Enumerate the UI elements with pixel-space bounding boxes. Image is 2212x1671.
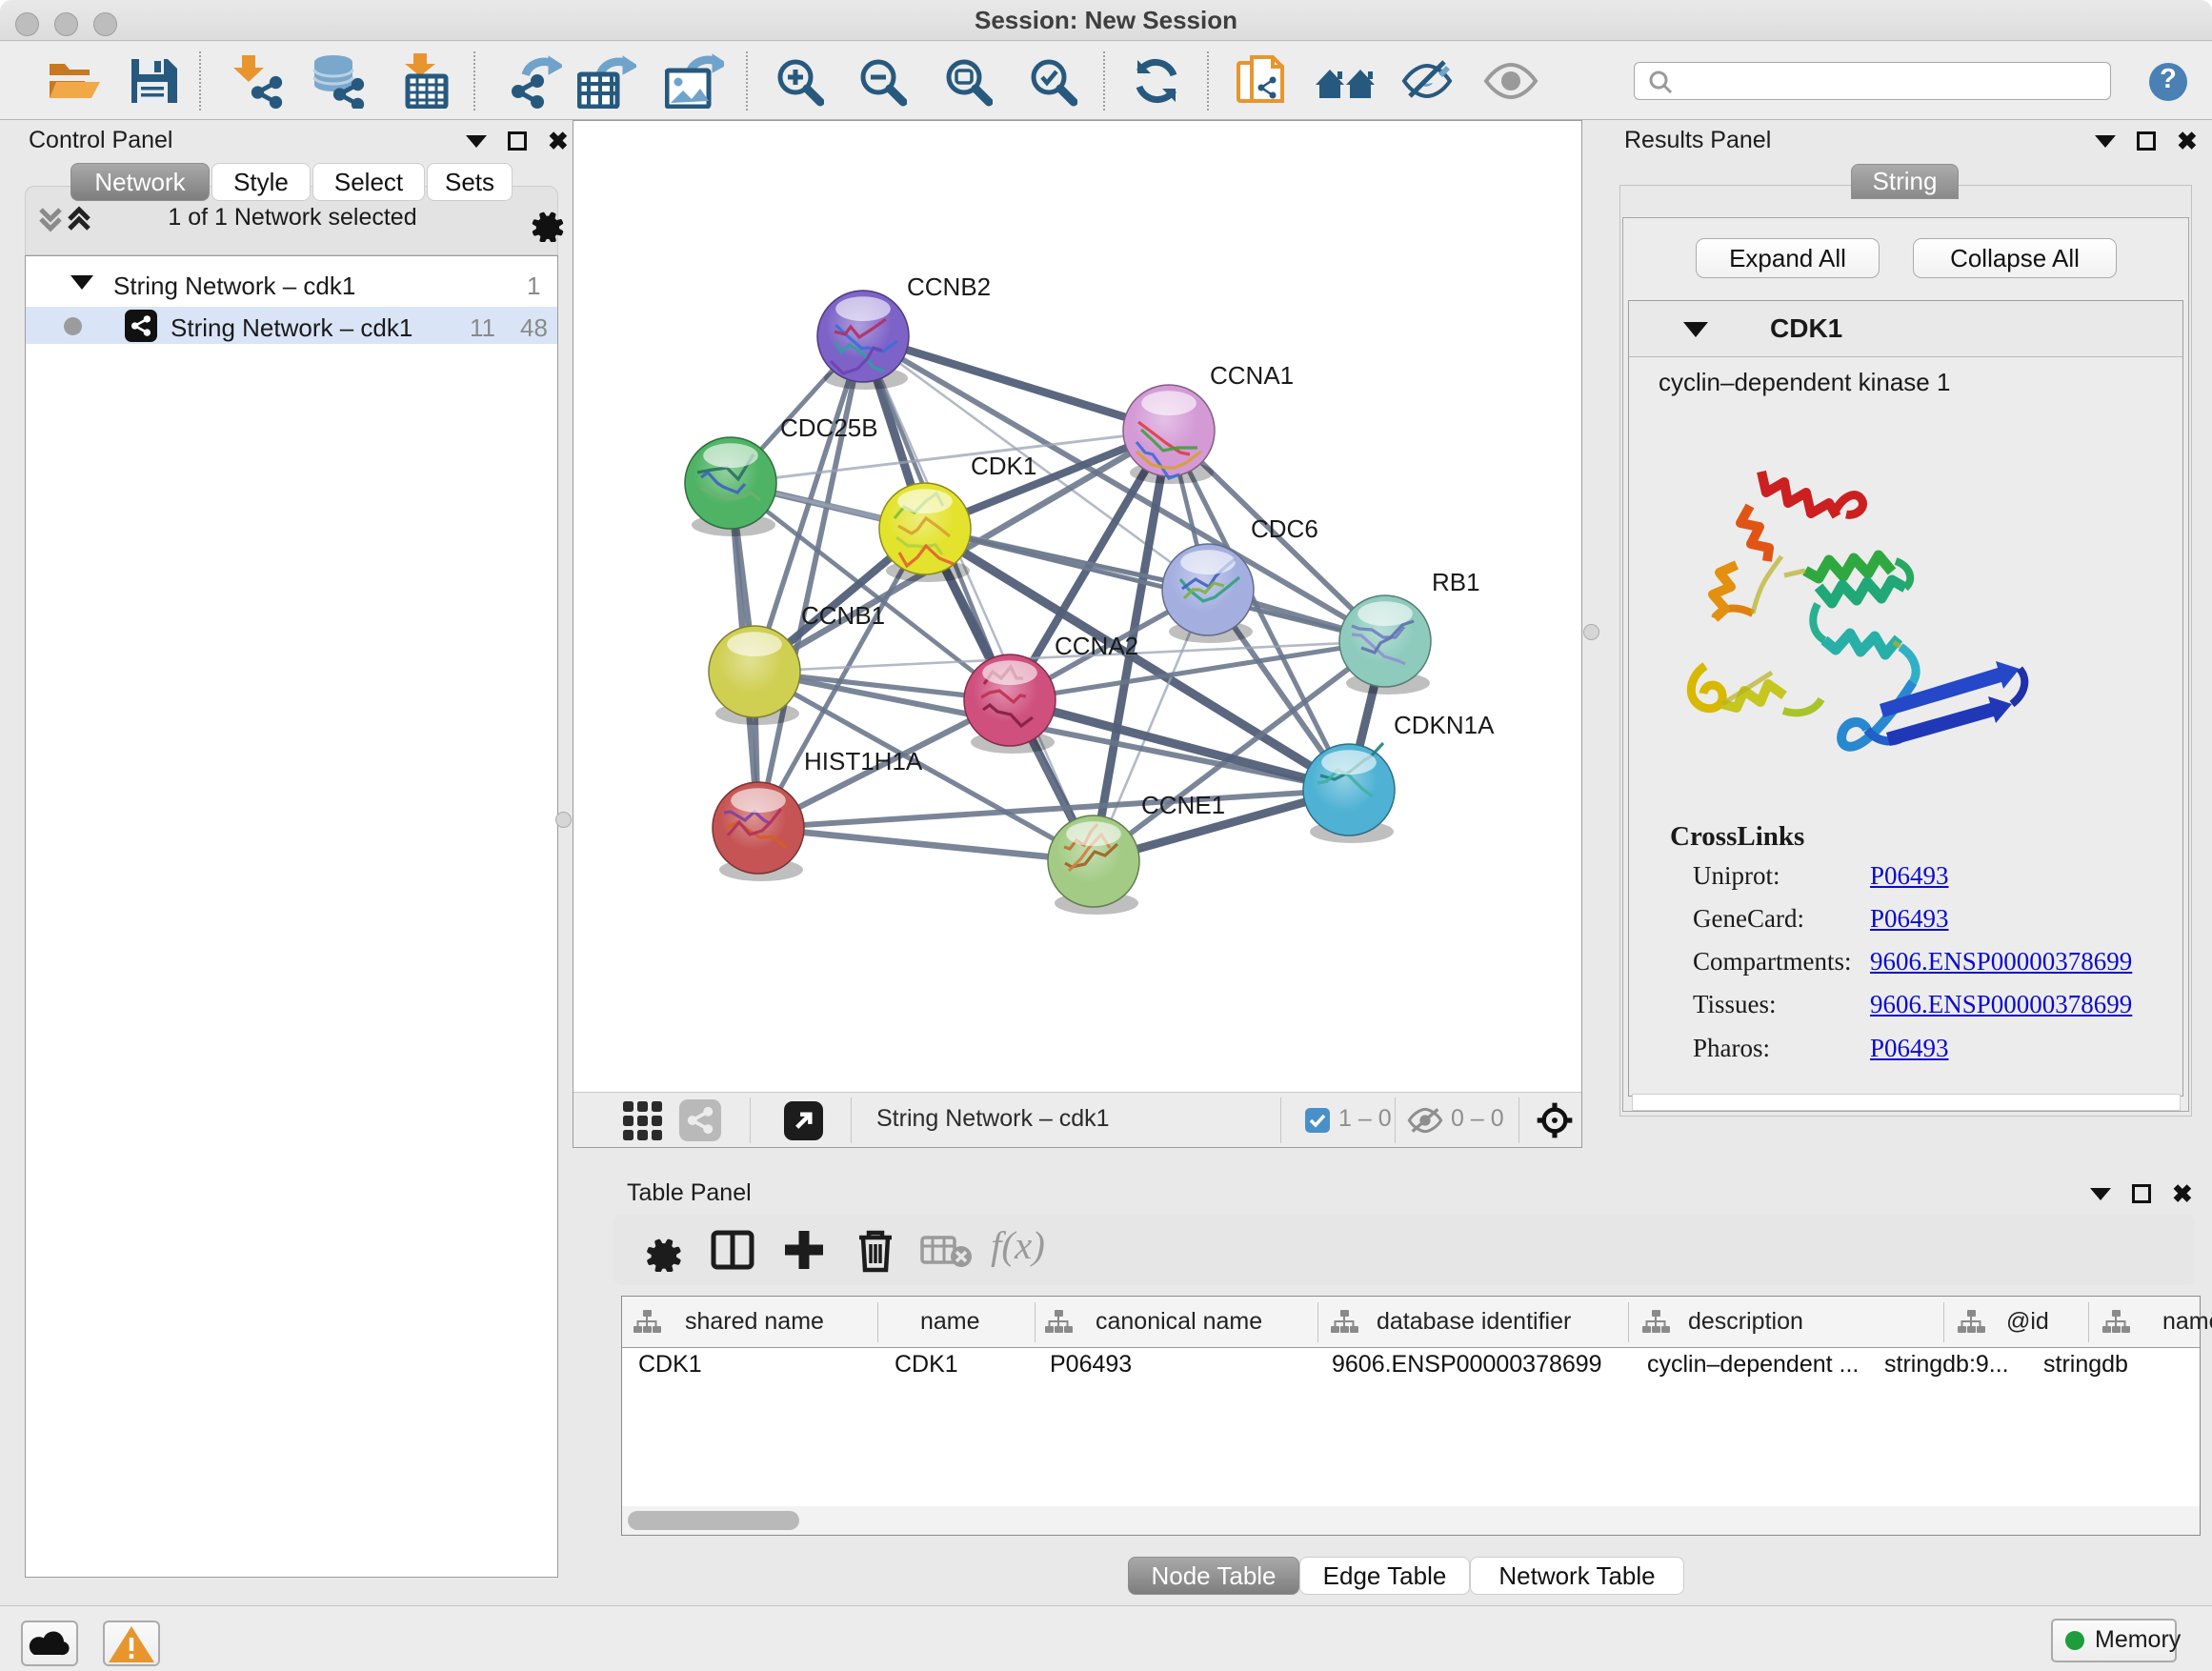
svg-text:CCNB2: CCNB2 <box>907 272 991 301</box>
svg-text:RB1: RB1 <box>1432 568 1480 596</box>
svg-text:CDKN1A: CDKN1A <box>1394 711 1495 739</box>
svg-text:HIST1H1A: HIST1H1A <box>804 747 923 775</box>
svg-text:CDC6: CDC6 <box>1251 514 1318 543</box>
svg-text:CDK1: CDK1 <box>971 452 1036 480</box>
svg-text:CCNA2: CCNA2 <box>1055 632 1138 660</box>
svg-text:CCNE1: CCNE1 <box>1141 791 1225 819</box>
svg-text:CCNB1: CCNB1 <box>801 601 885 630</box>
svg-text:CCNA1: CCNA1 <box>1210 361 1294 390</box>
svg-text:CDC25B: CDC25B <box>780 413 878 442</box>
